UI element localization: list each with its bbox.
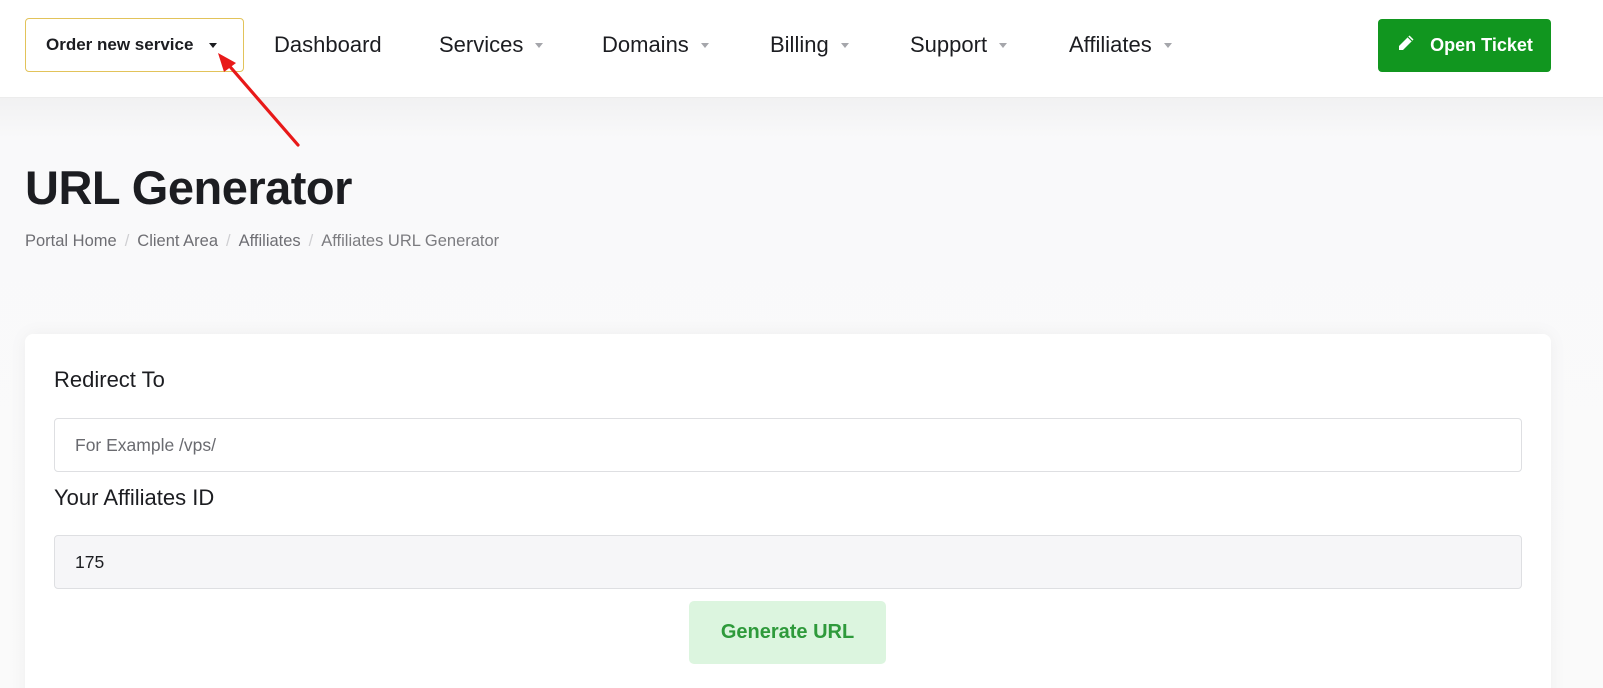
breadcrumb-separator: / (308, 232, 314, 250)
breadcrumb-affiliates[interactable]: Affiliates (239, 232, 301, 251)
redirect-to-label: Redirect To (54, 367, 165, 392)
nav-services[interactable]: Services (439, 30, 544, 60)
breadcrumb: Portal Home / Client Area / Affiliates /… (25, 232, 499, 251)
breadcrumb-client-area[interactable]: Client Area (137, 232, 218, 251)
breadcrumb-current: Affiliates URL Generator (321, 232, 500, 250)
nav-billing-label: Billing (770, 32, 829, 57)
order-new-service-label: Order new service (46, 35, 194, 54)
caret-down-icon (535, 42, 544, 48)
nav-affiliates[interactable]: Affiliates (1069, 30, 1172, 60)
url-generator-card: Redirect To Your Affiliates ID Generate … (25, 334, 1551, 688)
nav-support[interactable]: Support (910, 30, 1008, 60)
open-ticket-label: Open Ticket (1430, 35, 1533, 55)
open-ticket-button[interactable]: Open Ticket (1378, 19, 1551, 72)
breadcrumb-separator: / (226, 232, 231, 250)
generate-url-button[interactable]: Generate URL (689, 601, 886, 664)
breadcrumb-separator: / (124, 232, 130, 250)
caret-down-icon (1163, 42, 1172, 48)
page-title: URL Generator (25, 161, 352, 214)
affiliate-id-input[interactable] (54, 535, 1522, 589)
nav-domains[interactable]: Domains (602, 30, 709, 60)
redirect-to-input[interactable] (54, 418, 1522, 472)
affiliate-id-label: Your Affiliates ID (54, 485, 215, 510)
caret-down-icon (840, 42, 849, 48)
nav-affiliates-label: Affiliates (1069, 32, 1152, 57)
red-arrow-annotation (218, 53, 300, 147)
nav-support-label: Support (910, 32, 988, 57)
caret-down-icon[interactable] (209, 42, 218, 48)
nav-domains-label: Domains (602, 32, 689, 57)
caret-down-icon (700, 42, 709, 48)
nav-billing[interactable]: Billing (770, 30, 849, 60)
pencil-icon (1396, 33, 1416, 58)
breadcrumb-portal-home[interactable]: Portal Home (25, 232, 117, 251)
nav-services-label: Services (439, 32, 524, 57)
caret-down-icon (999, 42, 1008, 48)
